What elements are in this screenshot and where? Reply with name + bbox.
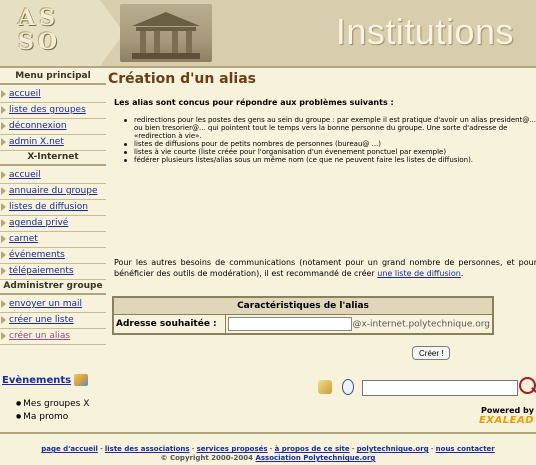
sidebar-section-title-admin: Administrer groupe [0,280,106,295]
sidebar-link[interactable]: liste des groupes [9,105,86,115]
wand-icon[interactable] [318,380,332,394]
list-item: listes de diffusions pour de petits nomb… [124,140,536,148]
sidebar-link[interactable]: envoyer un mail [9,299,82,309]
search-bar [314,377,536,397]
footer-link-associations[interactable]: liste des associations [105,445,190,453]
list-item: Ma promo [16,411,89,424]
building-photo [120,4,212,62]
copyright-text: © Copyright 2000-2004 [160,454,256,462]
alias-form-header: Caractéristiques de l'alias [112,296,494,315]
sidebar-link[interactable]: télépaiements [9,266,74,276]
footer-link-services[interactable]: services proposés [197,445,268,453]
sidebar-item-envoyer-mail[interactable]: envoyer un mail [0,297,106,313]
sidebar-link[interactable]: carnet [9,234,38,244]
sidebar-section-title-xinternet: X-Internet [0,151,106,166]
copyright-link[interactable]: Association Polytechnique.org [255,454,375,462]
sidebar-item-admin-xnet[interactable]: admin X.net [0,135,106,151]
sidebar-link[interactable]: admin X.net [9,137,64,147]
footer-link-about[interactable]: à propos de ce site [275,445,350,453]
logo-block: AS SO [0,0,100,66]
sidebar: Menu principal accueil liste des groupes… [0,70,106,345]
exalead-suffix: LEAD [502,415,534,426]
exalead-logo[interactable]: EXALEAD [470,415,534,426]
page-title: Création d'un alias [108,71,257,87]
sidebar-item-liste-des-groupes[interactable]: liste des groupes [0,103,106,119]
footer: page d'accueil - liste des associations … [0,432,536,462]
sidebar-link[interactable]: listes de diffusion [9,202,88,212]
sidebar-link[interactable]: créer une liste [9,315,74,325]
sidebar-item-accueil-2[interactable]: accueil [0,168,106,184]
footer-link-polytechnique[interactable]: polytechnique.org [357,445,429,453]
building-icon [132,12,200,59]
alias-field-label: Adresse souhaitée : [112,314,227,335]
assos-logo[interactable]: AS SO [18,6,100,54]
sidebar-link[interactable]: déconnexion [9,121,67,131]
page-banner-title: Institutions [335,11,514,52]
sidebar-section-title-menu: Menu principal [0,70,106,85]
alias-address-input[interactable] [228,317,353,331]
sidebar-item-accueil[interactable]: accueil [0,87,106,103]
alias-domain-suffix: @x-internet.polytechnique.org [352,319,490,330]
lightbulb-icon[interactable] [342,379,354,395]
banner-divider [0,66,536,68]
sidebar-item-deconnexion[interactable]: déconnexion [0,119,106,135]
sidebar-link[interactable]: accueil [9,89,41,99]
events-heading: Evènements [2,374,89,386]
copyright: © Copyright 2000-2004 Association Polyte… [0,454,536,462]
sidebar-item-evenements[interactable]: événements [0,248,106,264]
events-list: Mes groupes X Ma promo [16,398,89,424]
sidebar-item-annuaire[interactable]: annuaire du groupe [0,184,106,200]
sidebar-item-listes[interactable]: listes de diffusion [0,200,106,216]
exalead-prefix: EXA [478,415,503,426]
bottom-bar: Evènements Mes groupes X Ma promo Powere… [0,364,536,426]
edit-icon[interactable] [74,374,89,386]
sidebar-link[interactable]: accueil [9,170,41,180]
footer-link-contact[interactable]: nous contacter [436,445,495,453]
intro-text: Les alias sont concus pour répondre aux … [114,98,394,107]
sidebar-link[interactable]: agenda privé [9,218,68,228]
list-item: Mes groupes X [16,398,89,411]
search-icon[interactable] [519,377,536,394]
list-item: redirections pour les postes des gens au… [124,116,536,140]
powered-by-label: Powered by [481,406,534,415]
search-input[interactable] [362,380,518,396]
recommendation-suffix: . [460,269,464,278]
sidebar-link[interactable]: annuaire du groupe [9,186,98,196]
recommendation-prefix: Pour les autres besoins de communication… [114,258,536,278]
list-item: listes à vie courte (liste créée pour l'… [124,148,536,156]
sidebar-link-current[interactable]: créer un alias [9,331,70,341]
list-item: fédérer plusieurs listes/alias sous un m… [124,156,536,164]
sidebar-item-telepaiements[interactable]: télépaiements [0,264,106,280]
sidebar-item-agenda[interactable]: agenda privé [0,216,106,232]
create-alias-button[interactable]: Créer ! [412,346,451,360]
alias-form-table: Caractéristiques de l'alias Adresse souh… [112,296,494,335]
alias-field-cell: @x-internet.polytechnique.org [225,314,494,335]
sidebar-link[interactable]: événements [9,250,65,260]
footer-links: page d'accueil - liste des associations … [41,445,495,453]
footer-link-home[interactable]: page d'accueil [41,445,98,453]
events-link[interactable]: Evènements [2,375,71,386]
banner: AS SO Institutions [0,0,536,66]
powered-by: Powered by EXALEAD [470,406,534,426]
sidebar-item-creer-liste[interactable]: créer une liste [0,313,106,329]
use-case-list: redirections pour les postes des gens au… [116,116,536,164]
sidebar-item-carnet[interactable]: carnet [0,232,106,248]
sidebar-item-creer-alias[interactable]: créer un alias [0,329,106,345]
recommendation-text: Pour les autres besoins de communication… [114,257,536,279]
mailing-list-link[interactable]: une liste de diffusion [377,269,461,278]
